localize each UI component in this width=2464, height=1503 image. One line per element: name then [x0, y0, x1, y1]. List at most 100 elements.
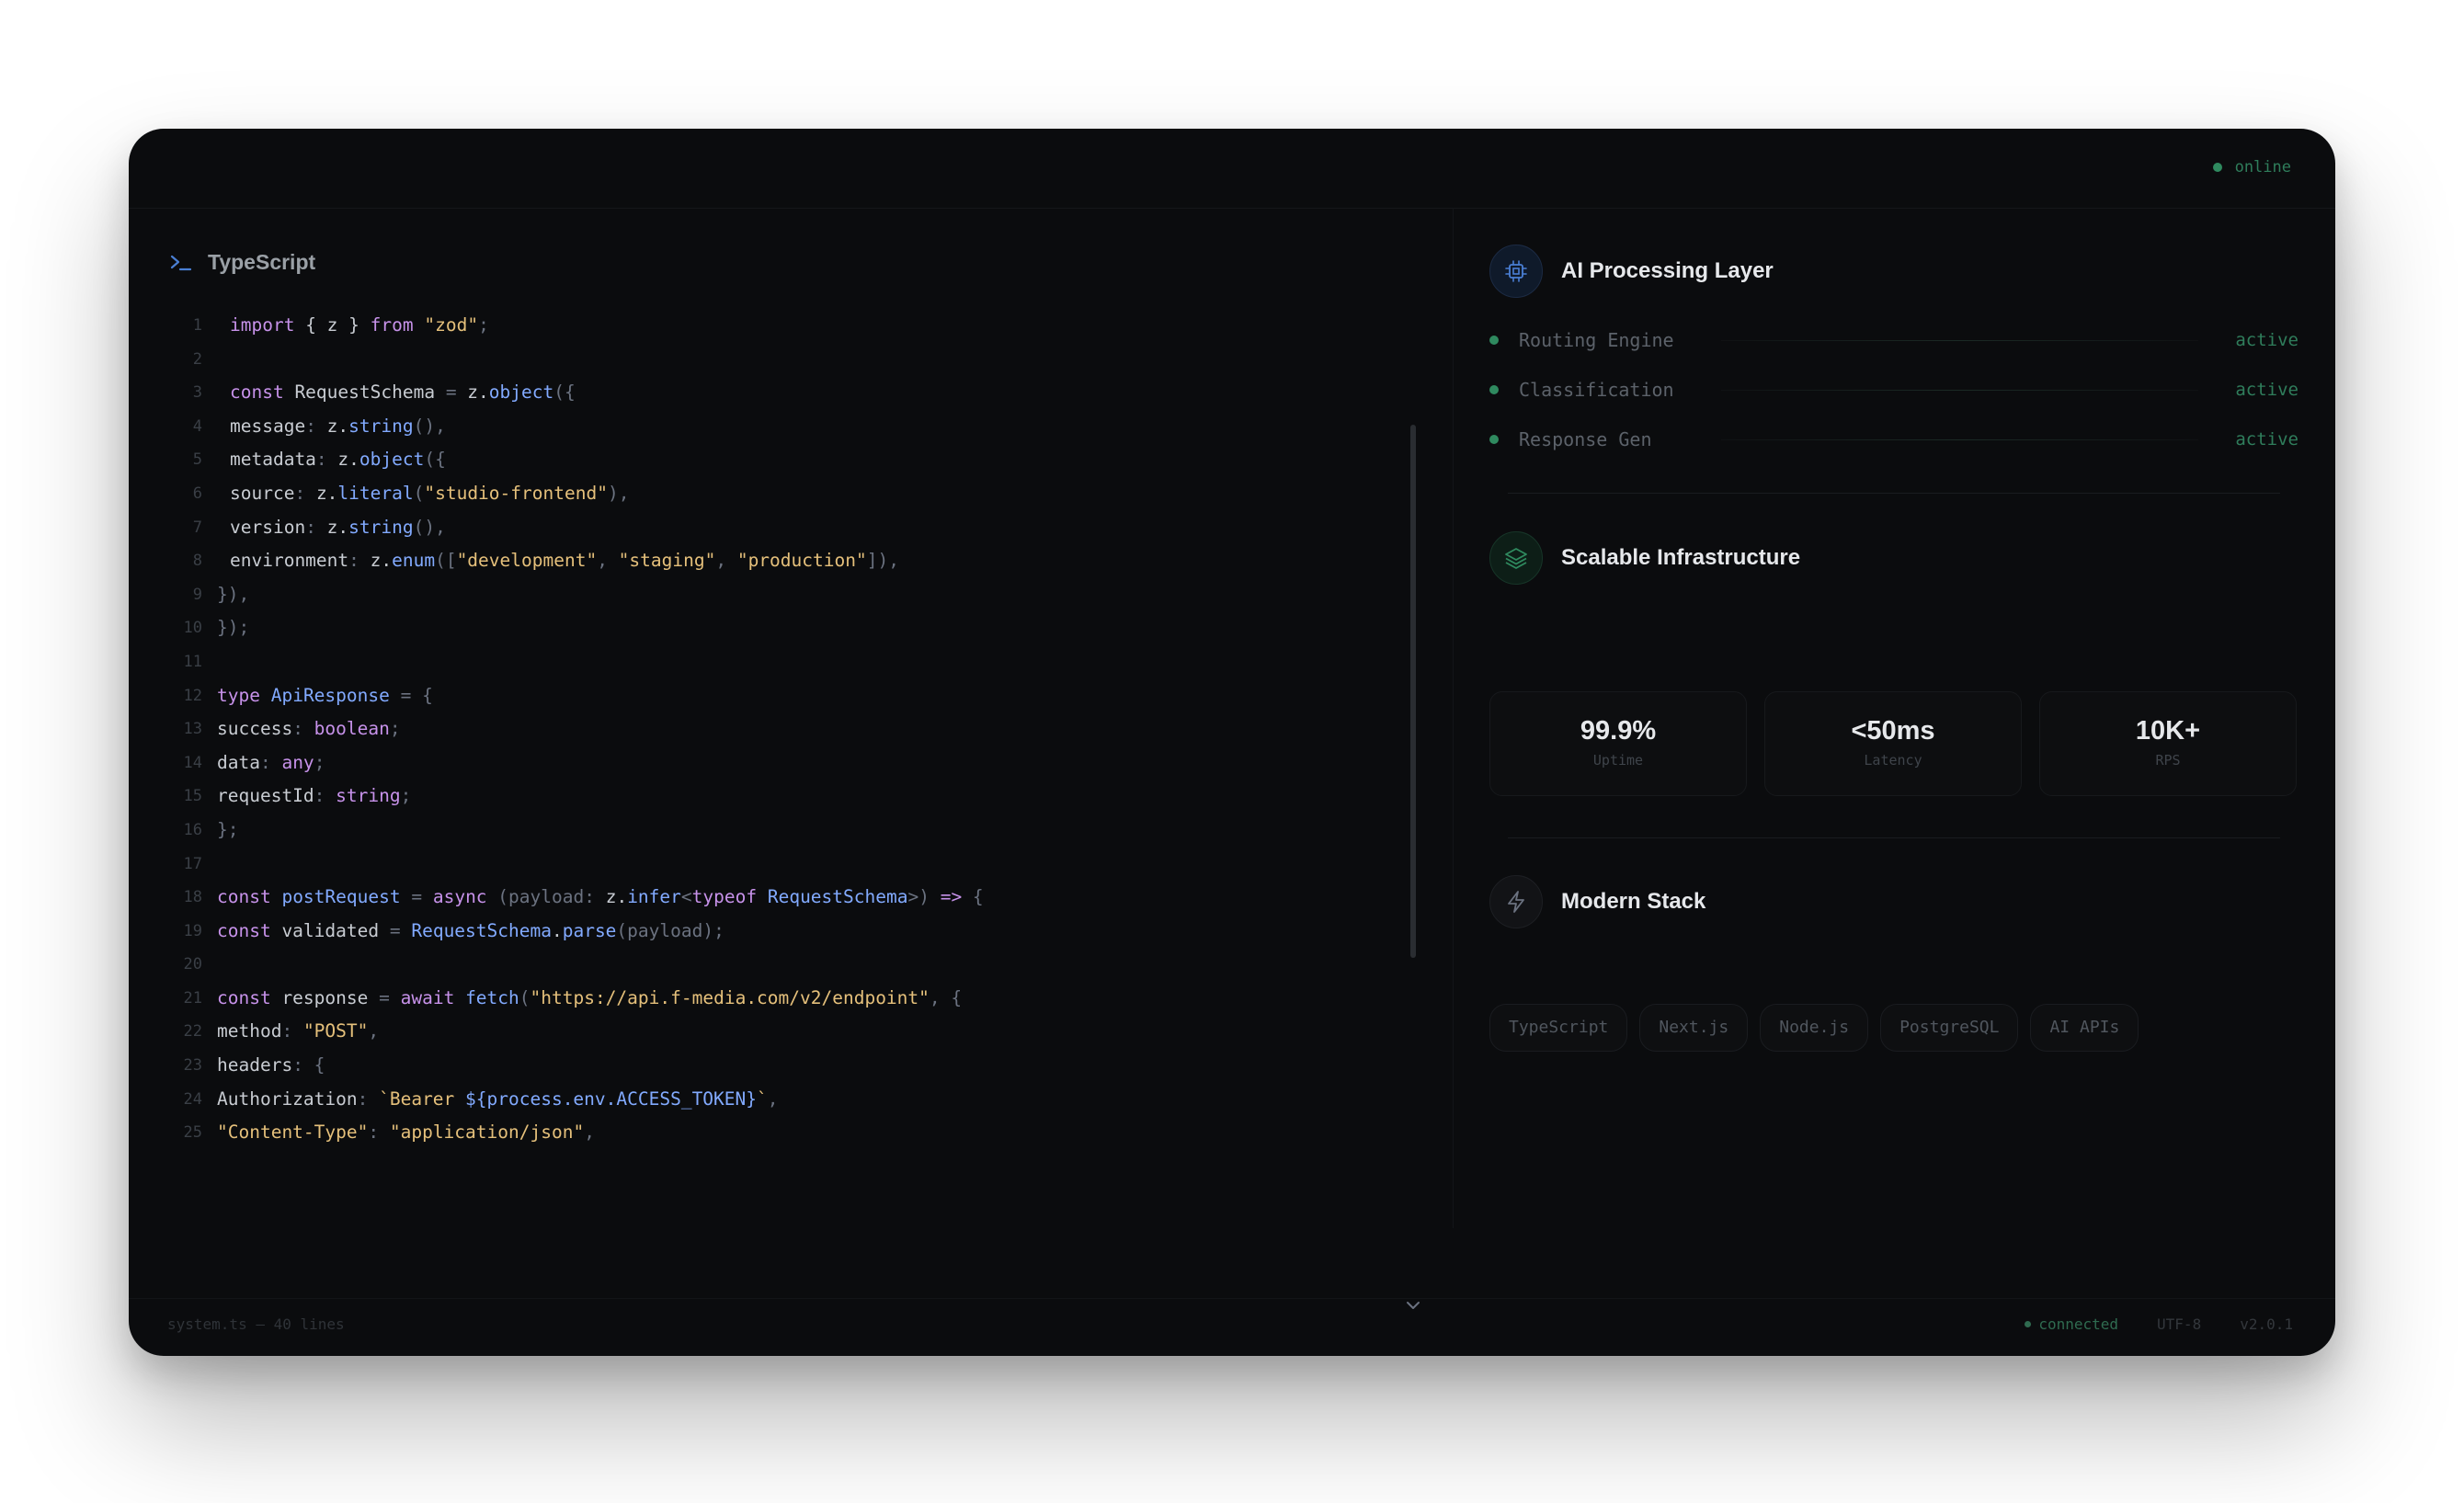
- line-number: 8: [192, 552, 202, 571]
- code-token: ,: [368, 1020, 380, 1042]
- code-text: });: [217, 611, 249, 645]
- stack-tags: TypeScript Next.js Node.js PostgreSQL AI…: [1489, 1004, 2150, 1052]
- code-body[interactable]: 1 import { z } from "zod"; 2 3 const Request…: [165, 309, 1416, 1144]
- stack-header: Modern Stack: [1489, 875, 1705, 928]
- editor-header: TypeScript: [169, 250, 315, 275]
- code-token: "application/json": [389, 1122, 585, 1144]
- status-dot: [1489, 385, 1499, 394]
- code-text: type ApiResponse = {: [217, 679, 433, 713]
- code-token: headers: [217, 1054, 293, 1076]
- status-bar: system.ts — 40 lines connected UTF-8 v2.…: [129, 1298, 2335, 1356]
- process-status: active: [2235, 330, 2299, 350]
- code-token: "production": [736, 550, 867, 572]
- file-info: system.ts — 40 lines: [167, 1315, 345, 1333]
- status-dot: [1489, 435, 1499, 444]
- code-token: parse: [562, 919, 617, 941]
- code-token: ({: [424, 449, 446, 471]
- section-divider: [1508, 837, 2280, 838]
- code-line: 12 type ApiResponse = {: [165, 679, 1416, 713]
- cpu-chip-icon: [1489, 245, 1543, 298]
- code-token: source: [230, 482, 295, 504]
- code-token: metadata: [230, 449, 316, 471]
- stat-value: 10K+: [2135, 716, 2201, 746]
- line-number: 7: [192, 518, 202, 537]
- code-text: version: z.string(),: [230, 511, 446, 545]
- code-text: }),: [217, 578, 249, 612]
- code-token: message: [230, 415, 306, 437]
- code-line: 6 source: z.literal("studio-frontend"),: [165, 477, 1416, 511]
- code-token: { z }: [294, 314, 371, 336]
- code-token: data: [217, 751, 260, 773]
- code-token: async: [432, 886, 487, 908]
- code-token: ;: [314, 751, 325, 773]
- tag-typescript[interactable]: TypeScript: [1489, 1004, 1628, 1052]
- pane-divider: [1453, 208, 1454, 1228]
- encoding-label: UTF-8: [2157, 1315, 2202, 1333]
- tag-nodejs[interactable]: Node.js: [1760, 1004, 1869, 1052]
- code-line: 18 const postRequest = async (payload: z.…: [165, 881, 1416, 915]
- code-line: 20: [165, 948, 1416, 982]
- code-token: response: [270, 986, 380, 1008]
- tag-ai-apis[interactable]: AI APIs: [2030, 1004, 2139, 1052]
- editor-scrollbar[interactable]: [1410, 425, 1416, 958]
- stack-title: Modern Stack: [1561, 889, 1706, 914]
- code-token: const: [217, 919, 271, 941]
- code-line: 7 version: z.string(),: [165, 511, 1416, 545]
- code-line: 16};: [165, 814, 1416, 848]
- line-number: 16: [183, 820, 202, 839]
- line-number: 24: [183, 1089, 202, 1109]
- code-token: ${process.env.ACCESS_TOKEN}: [465, 1087, 758, 1110]
- code-text: data: any;: [217, 746, 325, 780]
- code-token: :: [259, 751, 282, 773]
- line-number: 23: [183, 1056, 202, 1076]
- code-token: (),: [413, 516, 446, 538]
- code-token: ,: [584, 1122, 595, 1144]
- code-token: :: [348, 550, 371, 572]
- ai-layer-title: AI Processing Layer: [1561, 258, 1774, 283]
- code-line: 14 data: any;: [165, 746, 1416, 780]
- line-number: 4: [192, 416, 202, 436]
- code-token: z.: [456, 381, 489, 404]
- code-token: ;: [478, 314, 489, 336]
- code-token: fetch: [465, 986, 519, 1008]
- code-token: <: [680, 886, 692, 908]
- code-token: success: [217, 718, 293, 740]
- code-token: = {: [400, 684, 433, 706]
- online-status: online: [2212, 158, 2291, 176]
- process-name: Routing Engine: [1519, 329, 1674, 351]
- code-token: .: [551, 919, 563, 941]
- code-line: 2: [165, 343, 1416, 377]
- code-token: typeof: [691, 886, 758, 908]
- code-text: "Content-Type": "application/json",: [217, 1116, 595, 1144]
- tag-postgresql[interactable]: PostgreSQL: [1880, 1004, 2019, 1052]
- code-line: 11: [165, 645, 1416, 679]
- code-token: enum: [392, 550, 436, 572]
- code-token: ),: [607, 482, 630, 504]
- line-number: 14: [183, 753, 202, 772]
- code-text: requestId: string;: [217, 780, 411, 814]
- line-number: 25: [183, 1123, 202, 1143]
- line-number: 1: [192, 316, 202, 335]
- code-token: infer: [627, 886, 681, 908]
- terminal-prompt-icon: [170, 255, 192, 270]
- line-number: 3: [192, 383, 202, 403]
- code-text: metadata: z.object({: [230, 443, 446, 477]
- process-row-response-gen: Response Gen active: [1489, 423, 2299, 456]
- code-token: ({: [553, 381, 576, 404]
- code-line: 3 const RequestSchema = z.object({: [165, 376, 1416, 410]
- code-token: requestId: [217, 785, 314, 807]
- stat-label: Latency: [1864, 752, 1922, 769]
- tag-nextjs[interactable]: Next.js: [1639, 1004, 1749, 1052]
- code-token: =: [411, 886, 423, 908]
- code-token: Authorization: [217, 1087, 358, 1110]
- connection-dot: [2025, 1321, 2032, 1327]
- stat-card-rps: 10K+ RPS: [2039, 691, 2297, 796]
- code-token: :: [357, 1087, 380, 1110]
- code-line: 4 message: z.string(),: [165, 410, 1416, 444]
- code-token: =: [445, 381, 457, 404]
- code-text: success: boolean;: [217, 712, 401, 746]
- code-token: =: [379, 986, 390, 1008]
- code-token: const: [217, 986, 271, 1008]
